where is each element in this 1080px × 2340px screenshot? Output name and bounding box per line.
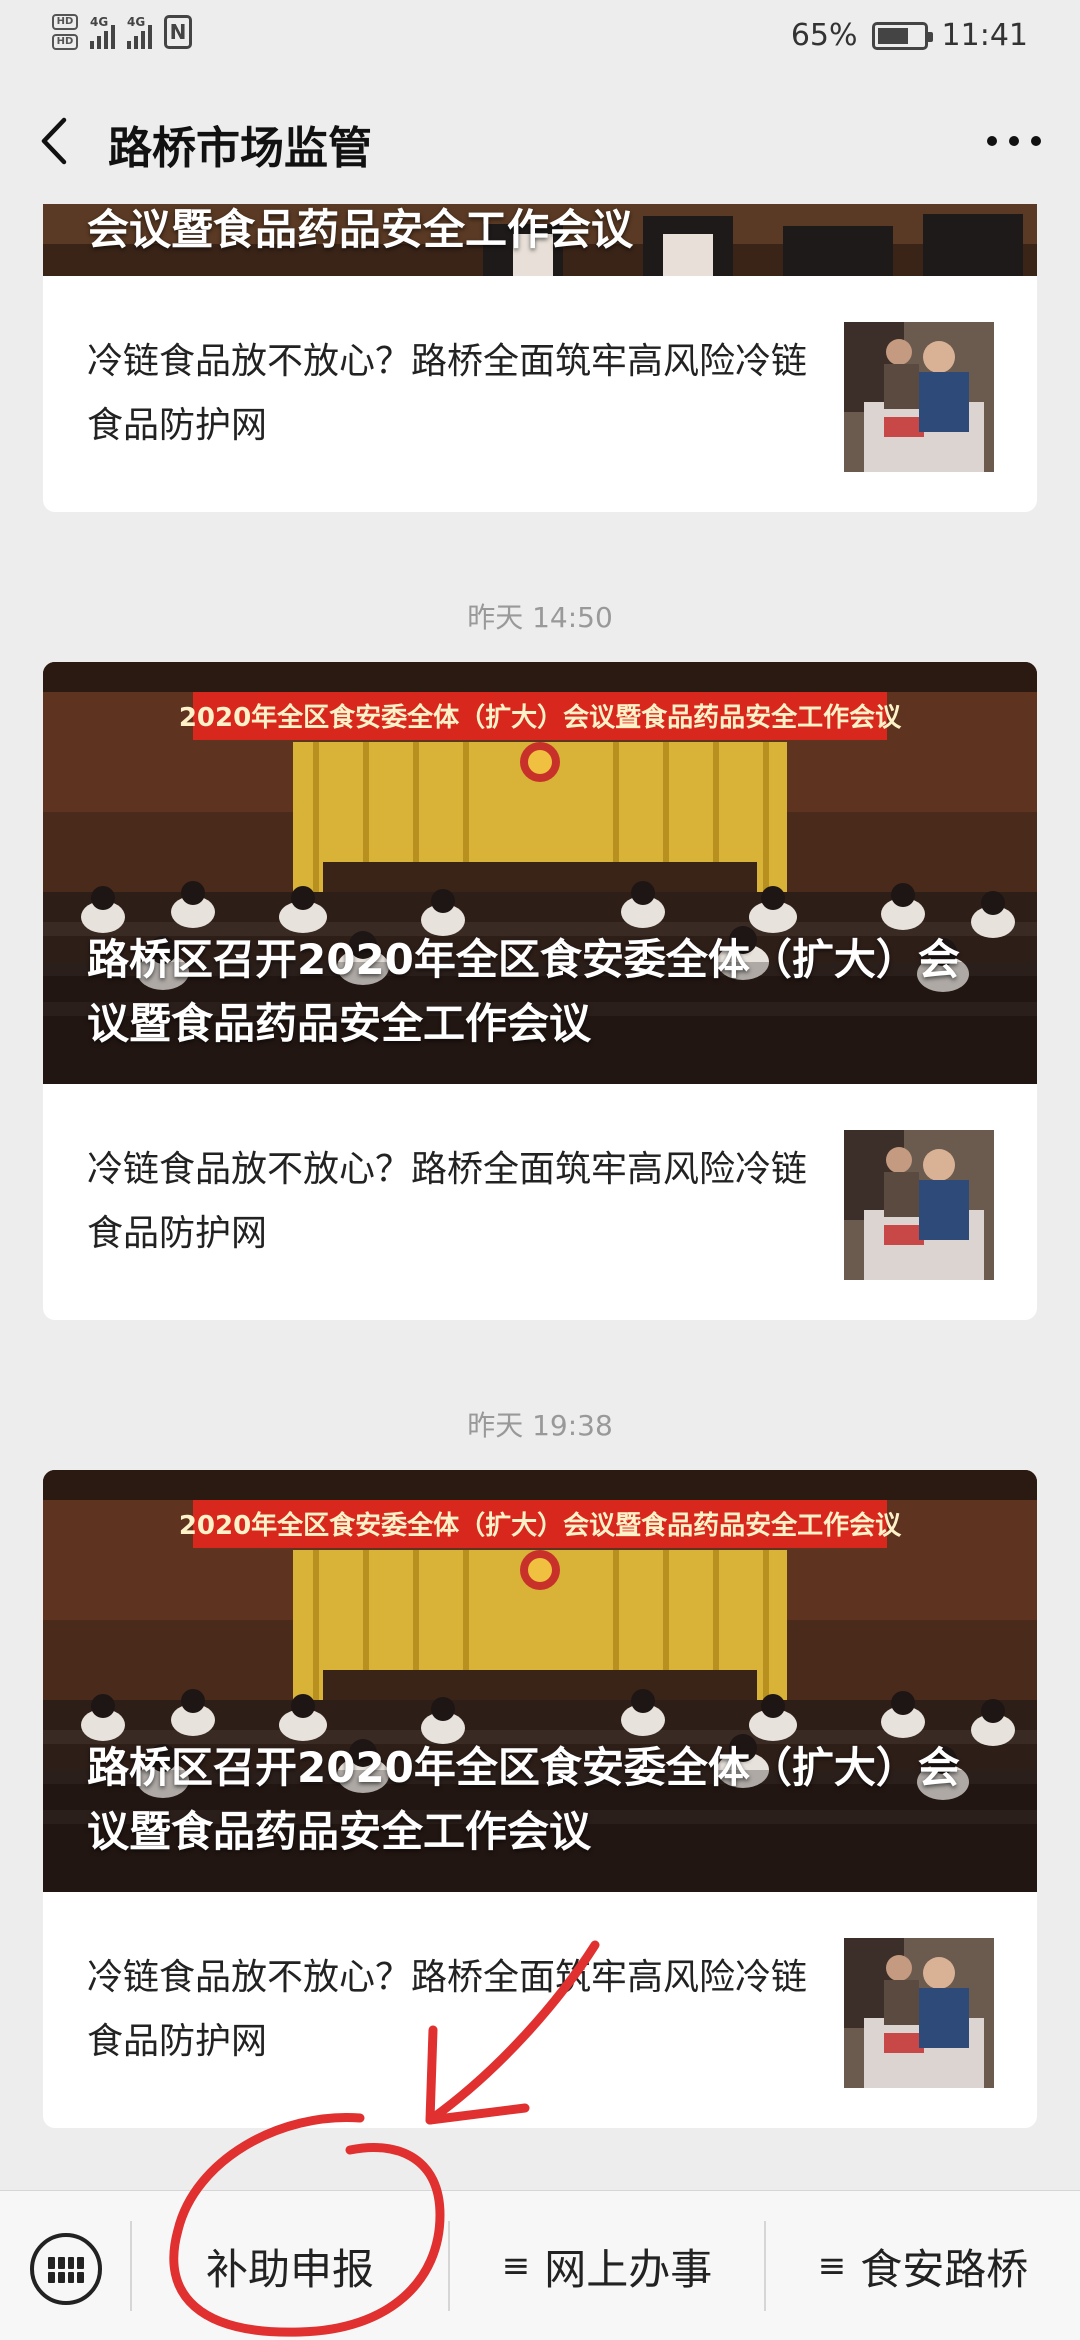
page-title: 路桥市场监管	[108, 123, 372, 174]
menu-list-icon: ≡	[817, 2246, 847, 2286]
sub-article-thumbnail	[844, 322, 994, 472]
network-type-b: 4G	[127, 15, 146, 29]
bottom-menu-bar: 补助申报 ≡ 网上办事 ≡ 食安路桥	[0, 2190, 1080, 2340]
status-bar: HD HD 4G 4G N 65% 11:41	[0, 0, 1080, 74]
signal-icon-1: 4G	[90, 15, 115, 49]
hd-sim-icons: HD HD	[52, 14, 78, 50]
hero-title: 路桥区召开2020年全区食安委全体（扩大）会议暨食品药品安全工作会议	[87, 1743, 960, 1856]
keyboard-icon[interactable]	[30, 2233, 102, 2305]
timestamp: 昨天 14:50	[467, 601, 613, 634]
menu-tab-label: 网上办事	[544, 2244, 713, 2294]
menu-tab-label: 补助申报	[205, 2244, 374, 2294]
menu-tab-online-services[interactable]: ≡ 网上办事	[450, 2191, 764, 2340]
status-right: 65% 11:41	[791, 18, 1028, 53]
network-type-a: 4G	[90, 15, 109, 29]
battery-icon	[871, 21, 933, 50]
hero-title: 路桥区召开2020年全区食安委全体（扩大）会议暨食品药品安全工作会议	[87, 935, 960, 1048]
hero-banner-text: 2020年全区食安委全体（扩大）会议暨食品药品安全工作会议	[179, 1510, 902, 1541]
sub-article[interactable]: 冷链食品放不放心？路桥全面筑牢高风险冷链食品防护网	[43, 276, 1037, 512]
timestamp: 昨天 19:38	[467, 1409, 613, 1442]
menu-tab-subsidy[interactable]: 补助申报	[132, 2191, 448, 2340]
sub-article-thumbnail	[844, 1938, 994, 2088]
signal-icon-2: 4G	[127, 15, 152, 49]
hero-title: 会议暨食品药品安全工作会议	[87, 205, 634, 254]
article-feed[interactable]: 会议暨食品药品安全工作会议 冷链食品放不放心？路桥全面筑牢高风险冷链食品防护网 …	[0, 204, 1080, 2190]
sub-article[interactable]: 冷链食品放不放心？路桥全面筑牢高风险冷链食品防护网	[43, 1892, 1037, 2128]
hd-2-icon: HD	[52, 34, 78, 50]
menu-tab-food-safety[interactable]: ≡ 食安路桥	[766, 2191, 1080, 2340]
sub-article-title: 冷链食品放不放心？路桥全面筑牢高风险冷链食品防护网	[87, 1149, 808, 1254]
menu-tab-label: 食安路桥	[860, 2244, 1029, 2294]
sub-article-title: 冷链食品放不放心？路桥全面筑牢高风险冷链食品防护网	[87, 341, 808, 446]
hd-1-icon: HD	[52, 14, 78, 30]
article-card[interactable]: 会议暨食品药品安全工作会议 冷链食品放不放心？路桥全面筑牢高风险冷链食品防护网	[43, 204, 1037, 512]
article-card[interactable]: 2020年全区食安委全体（扩大）会议暨食品药品安全工作会议 路桥区召开2020年…	[43, 1470, 1037, 2128]
hero-image[interactable]: 会议暨食品药品安全工作会议	[43, 204, 1037, 276]
clock: 11:41	[941, 18, 1028, 53]
status-left: HD HD 4G 4G N	[52, 14, 192, 50]
sub-article-title: 冷链食品放不放心？路桥全面筑牢高风险冷链食品防护网	[87, 1957, 808, 2062]
hero-banner-text: 2020年全区食安委全体（扩大）会议暨食品药品安全工作会议	[179, 702, 902, 733]
nav-bar: 路桥市场监管	[0, 74, 1080, 204]
menu-list-icon: ≡	[501, 2246, 531, 2286]
more-dots-icon[interactable]	[982, 116, 1046, 166]
back-icon[interactable]	[36, 116, 76, 166]
nfc-icon: N	[164, 15, 192, 49]
battery-percent: 65%	[790, 18, 858, 53]
hero-image[interactable]: 2020年全区食安委全体（扩大）会议暨食品药品安全工作会议 路桥区召开2020年…	[43, 662, 1037, 1084]
sub-article-thumbnail	[844, 1130, 994, 1280]
article-card[interactable]: 2020年全区食安委全体（扩大）会议暨食品药品安全工作会议 路桥区召开2020年…	[43, 662, 1037, 1320]
sub-article[interactable]: 冷链食品放不放心？路桥全面筑牢高风险冷链食品防护网	[43, 1084, 1037, 1320]
hero-image[interactable]: 2020年全区食安委全体（扩大）会议暨食品药品安全工作会议 路桥区召开2020年…	[43, 1470, 1037, 1892]
